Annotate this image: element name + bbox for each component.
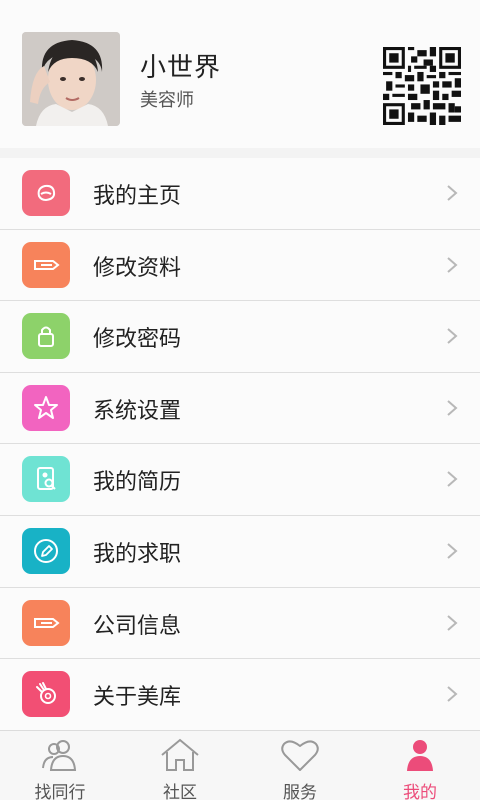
menu-item-label: 公司信息 bbox=[93, 613, 182, 639]
chevron-right-icon bbox=[447, 614, 458, 631]
heart-icon bbox=[281, 740, 319, 771]
menu-item-change-password[interactable]: 修改密码 bbox=[0, 301, 480, 373]
menu-item-job-seeking[interactable]: 我的求职 bbox=[0, 516, 480, 588]
menu-item-label: 系统设置 bbox=[93, 398, 182, 424]
chevron-right-icon bbox=[447, 256, 458, 273]
menu-item-about[interactable]: 关于美库 bbox=[0, 659, 480, 731]
chevron-right-icon bbox=[447, 328, 458, 344]
menu-item-my-resume[interactable]: 我的简历 bbox=[0, 444, 480, 516]
tab-services[interactable]: 服务 bbox=[240, 731, 360, 800]
menu-item-label: 我的简历 bbox=[93, 470, 182, 496]
menu-item-label: 修改资料 bbox=[93, 255, 182, 281]
menu-item-edit-profile[interactable]: 修改资料 bbox=[0, 230, 480, 302]
avatar[interactable] bbox=[22, 32, 120, 126]
menu-item-label: 关于美库 bbox=[93, 685, 182, 711]
tab-label: 找同行 bbox=[34, 783, 86, 800]
chevron-right-icon bbox=[447, 686, 458, 702]
user-name: 小世界 bbox=[140, 53, 222, 83]
tab-me[interactable]: 我的 bbox=[360, 731, 480, 800]
house-icon bbox=[161, 738, 199, 771]
bottom-tab-bar: 找同行 社区 服务 我的 bbox=[0, 730, 480, 800]
pencil-icon bbox=[22, 241, 70, 288]
menu-item-homepage[interactable]: 我的主页 bbox=[0, 158, 480, 230]
tab-label: 服务 bbox=[283, 783, 317, 800]
chevron-right-icon bbox=[447, 543, 458, 559]
person-icon bbox=[407, 740, 433, 771]
profile-header: 小世界 美容师 bbox=[0, 0, 480, 148]
resume-search-icon bbox=[22, 456, 70, 503]
menu-item-label: 我的主页 bbox=[93, 184, 182, 209]
chevron-right-icon bbox=[447, 400, 458, 416]
home-bubble-icon bbox=[22, 170, 70, 216]
tab-find-peers[interactable]: 找同行 bbox=[0, 731, 120, 800]
settings-menu: 我的主页 修改资料 修改密码 系统设置 我的简历 我的求职 公司信息 关于美库 bbox=[0, 158, 480, 731]
user-role: 美容师 bbox=[140, 90, 194, 111]
edit-circle-icon bbox=[22, 527, 70, 574]
qr-code-icon[interactable] bbox=[383, 47, 461, 125]
hand-ok-icon bbox=[22, 671, 70, 718]
tab-label: 社区 bbox=[163, 783, 197, 800]
chevron-right-icon bbox=[447, 471, 458, 488]
star-icon bbox=[22, 384, 70, 431]
tab-community[interactable]: 社区 bbox=[120, 731, 240, 800]
lock-icon bbox=[22, 313, 70, 360]
menu-item-system-settings[interactable]: 系统设置 bbox=[0, 373, 480, 445]
menu-item-label: 我的求职 bbox=[93, 541, 182, 567]
people-icon bbox=[42, 740, 77, 771]
pencil-icon bbox=[22, 599, 70, 646]
menu-item-label: 修改密码 bbox=[93, 327, 182, 353]
tab-label: 我的 bbox=[403, 783, 437, 800]
menu-item-company-info[interactable]: 公司信息 bbox=[0, 588, 480, 660]
chevron-right-icon bbox=[447, 185, 458, 201]
